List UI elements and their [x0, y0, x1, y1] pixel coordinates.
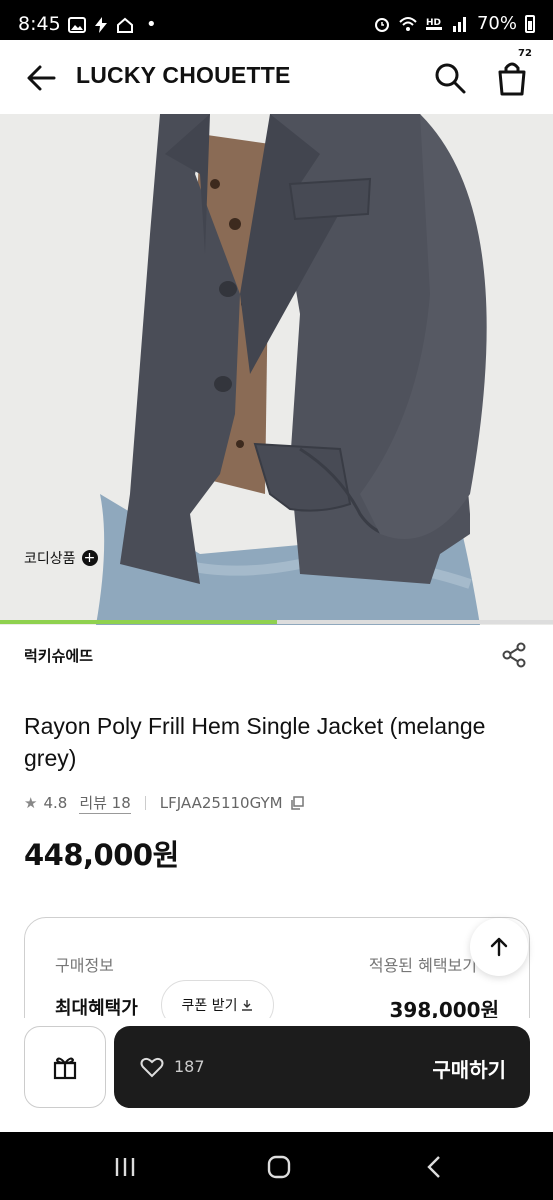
wifi-icon [399, 16, 417, 31]
image-progress-fill [0, 620, 277, 624]
buy-button[interactable]: 187 구매하기 [114, 1026, 530, 1108]
app-header: LUCKY CHOUETTE 72 [0, 40, 553, 114]
bottom-action-bar: 187 구매하기 [0, 1018, 553, 1132]
search-icon[interactable] [432, 60, 468, 96]
cart-count-badge: 72 [518, 48, 532, 59]
home-icon [117, 17, 133, 33]
back-nav-icon[interactable] [420, 1152, 450, 1182]
image-progress-bar [0, 620, 553, 624]
alarm-icon [374, 17, 389, 32]
image-icon [68, 16, 86, 33]
plus-icon: + [81, 550, 98, 566]
product-meta: ★ 4.8 리뷰 18 LFJAA25110GYM [24, 792, 305, 814]
recent-apps-icon[interactable] [110, 1152, 140, 1182]
coupon-label: 쿠폰 받기 [181, 998, 238, 1014]
copy-icon[interactable] [289, 795, 305, 811]
status-time: 8:45 [18, 13, 61, 35]
max-benefit-label: 최대혜택가 [55, 998, 138, 1019]
star-icon: ★ [24, 794, 38, 812]
share-icon[interactable] [500, 641, 528, 669]
brand-title[interactable]: LUCKY CHOUETTE [76, 62, 291, 89]
coordi-label: 코디상품 [24, 551, 76, 567]
product-sku: LFJAA25110GYM [159, 794, 283, 812]
battery-percent: 70% [476, 13, 517, 34]
scroll-top-button[interactable] [470, 918, 528, 976]
gift-button[interactable] [24, 1026, 106, 1108]
status-dot: • [146, 14, 157, 35]
rating-value: 4.8 [43, 794, 68, 812]
bolt-icon [95, 16, 107, 33]
signal-icon [452, 16, 466, 32]
seller-name[interactable]: 럭키슈에뜨 [24, 645, 93, 666]
gift-icon [53, 1057, 77, 1080]
buy-label: 구매하기 [432, 1058, 506, 1082]
svg-text:HD: HD [426, 18, 441, 28]
applied-benefits-link[interactable]: 적용된 혜택보기 [369, 952, 477, 976]
arrow-up-icon [490, 937, 508, 957]
home-button-icon[interactable] [264, 1152, 294, 1182]
product-price: 448,000원 [24, 838, 179, 872]
review-link[interactable]: 리뷰 18 [79, 792, 131, 814]
back-arrow-icon[interactable] [24, 60, 60, 96]
like-count: 187 [174, 1057, 205, 1076]
heart-icon[interactable] [140, 1055, 164, 1079]
product-image[interactable]: 코디상품 + [0, 114, 553, 625]
purchase-info-label: 구매정보 [55, 956, 114, 975]
system-nav-bar [0, 1132, 553, 1200]
hd-icon: HD [425, 18, 442, 30]
shopping-bag-icon[interactable] [492, 58, 532, 98]
product-title: Rayon Poly Frill Hem Single Jacket (mela… [24, 713, 486, 771]
download-icon [242, 1000, 253, 1011]
battery-icon [525, 14, 535, 33]
divider [144, 796, 146, 810]
coordi-products-button[interactable]: 코디상품 + [24, 544, 98, 572]
